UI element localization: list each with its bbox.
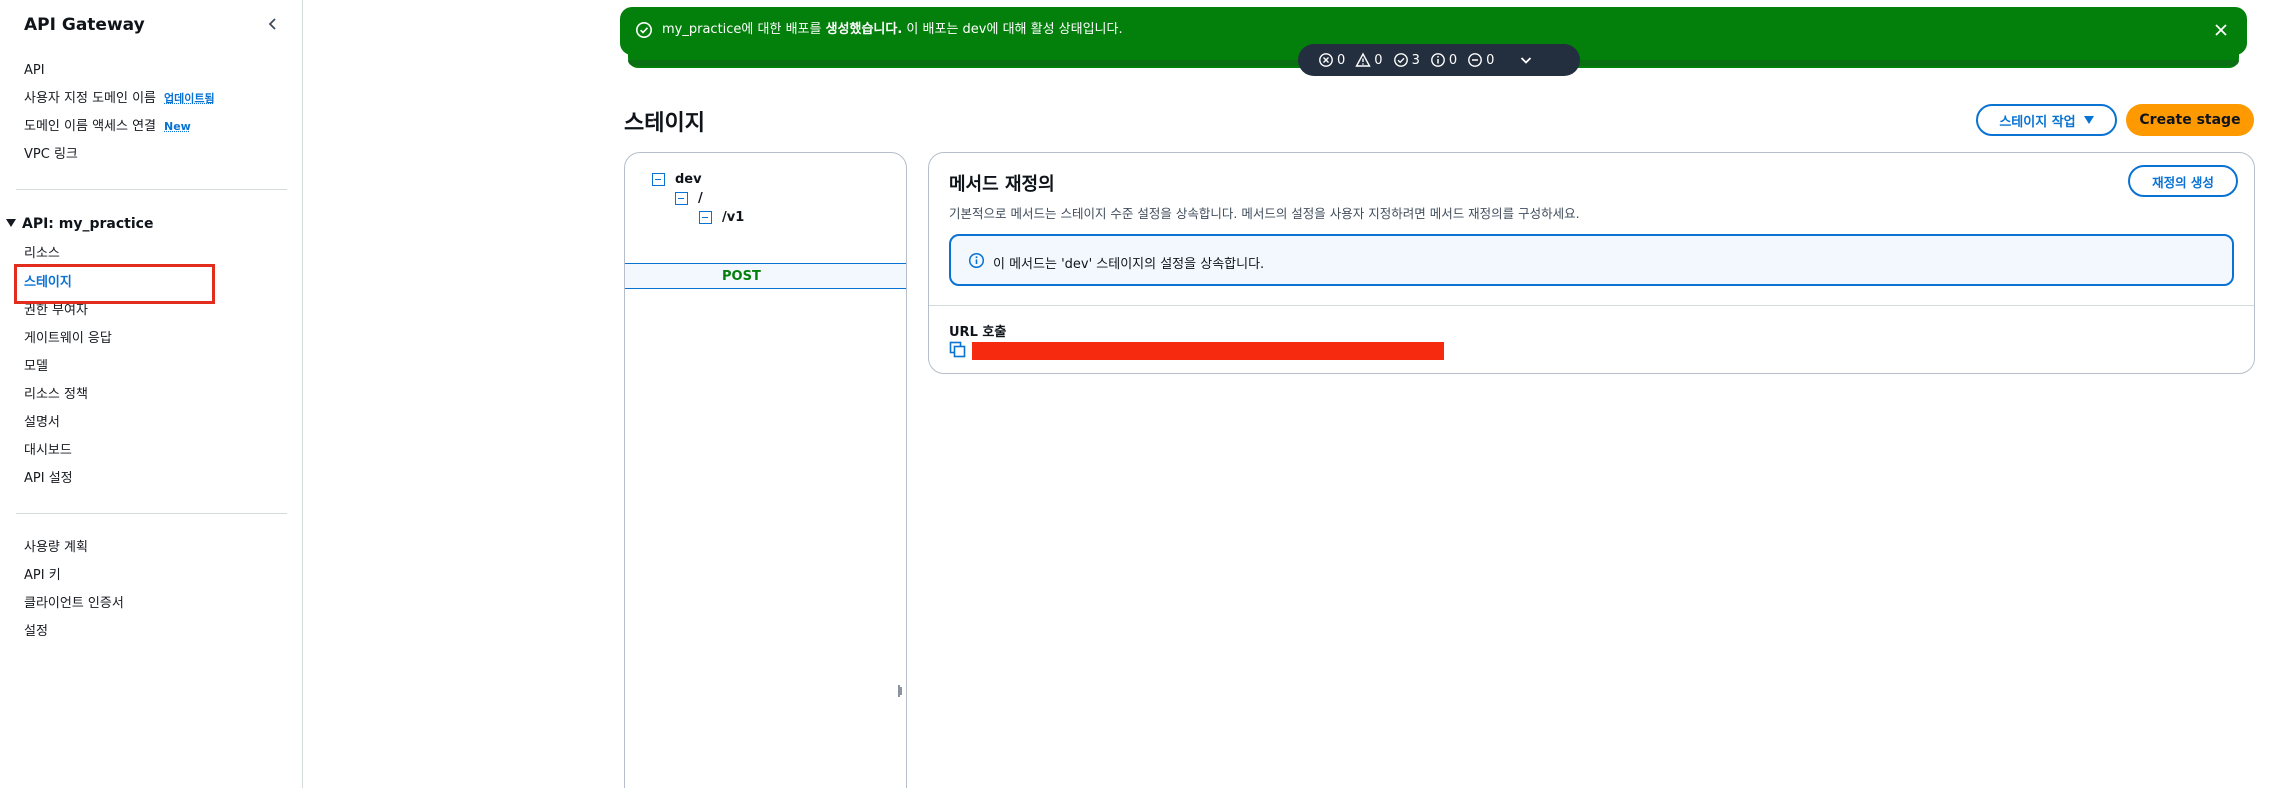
collapse-toggle-icon[interactable] [699,211,712,224]
sidebar-item-domain-access[interactable]: 도메인 이름 액세스 연결 New [24,118,191,136]
collapse-sidebar-icon[interactable] [262,13,284,35]
error-count: 0 [1318,52,1345,68]
info-icon [1430,53,1445,67]
highlight-annotation [14,264,215,304]
stage-tree-panel: dev / /v1 POST [624,152,907,788]
sidebar-item-api-keys[interactable]: API 키 [24,567,61,585]
info-alert: 이 메서드는 'dev' 스테이지의 설정을 상속합니다. [949,234,2234,286]
warning-icon [1355,52,1371,67]
panel-resize-handle[interactable] [897,684,903,698]
updated-badge: 업데이트됨 [164,92,215,105]
in-progress-icon [1468,53,1483,67]
tree-node-resource[interactable]: /v1 [699,210,744,225]
method-label: POST [722,269,761,284]
stage-actions-button[interactable]: 스테이지 작업 [1976,104,2117,136]
sidebar-item-resource-policy[interactable]: 리소스 정책 [24,386,88,404]
collapse-toggle-icon[interactable] [675,192,688,205]
tree-node-root[interactable]: / [675,191,703,206]
sidebar-api-section[interactable]: API: my_practice [6,216,153,232]
sidebar-item-documentation[interactable]: 설명서 [24,414,60,432]
success-icon [1393,53,1408,67]
page-title: 스테이지 [624,111,705,136]
section-divider [929,305,2254,306]
invoke-url-label: URL 호출 [949,325,1007,340]
sidebar-item-usage-plans[interactable]: 사용량 계획 [24,539,88,557]
sidebar-title[interactable]: API Gateway [24,15,145,35]
notification-counter-bar[interactable]: 0 0 3 0 0 [1298,44,1580,76]
create-stage-button[interactable]: Create stage [2126,104,2254,136]
sidebar-item-gateway-responses[interactable]: 게이트웨이 응답 [24,330,112,348]
expand-caret-icon [6,219,16,227]
sidebar-item-vpc-link[interactable]: VPC 링크 [24,146,78,164]
info-alert-text: 이 메서드는 'dev' 스테이지의 설정을 상속합니다. [993,257,1265,272]
info-count: 0 [1430,52,1457,68]
sidebar-item-resources[interactable]: 리소스 [24,245,60,263]
method-override-panel: 메서드 재정의 재정의 생성 기본적으로 메서드는 스테이지 수준 설정을 상속… [928,152,2255,374]
new-badge: New [164,120,191,133]
sidebar-item-custom-domain[interactable]: 사용자 지정 도메인 이름 업데이트됨 [24,90,215,108]
sidebar-item-authorizers[interactable]: 권한 부여자 [24,302,88,320]
close-icon[interactable] [2211,20,2231,40]
success-icon [636,22,652,38]
sidebar-item-dashboard[interactable]: 대시보드 [24,442,72,460]
sidebar-divider [16,189,287,190]
chevron-down-icon[interactable] [1518,52,1534,68]
caret-down-icon [2083,116,2094,124]
error-icon [1319,53,1333,67]
tree-node-stage[interactable]: dev [652,172,702,187]
flash-message: my_practice에 대한 배포를 생성했습니다. 이 배포는 dev에 대… [662,22,1123,37]
collapse-toggle-icon[interactable] [652,173,665,186]
sidebar-item-api-settings[interactable]: API 설정 [24,470,73,488]
sidebar-divider [16,513,287,514]
tree-node-method-selected[interactable]: POST [625,263,906,289]
side-navigation: API Gateway API 사용자 지정 도메인 이름 업데이트됨 도메인 이… [0,0,303,788]
sidebar-item-settings[interactable]: 설정 [24,623,48,641]
panel-description: 기본적으로 메서드는 스테이지 수준 설정을 상속합니다. 메서드의 설정을 사… [949,206,1580,221]
in-progress-count: 0 [1467,52,1494,68]
panel-title: 메서드 재정의 [949,174,1055,195]
info-icon [968,252,985,269]
sidebar-item-client-certificates[interactable]: 클라이언트 인증서 [24,595,124,613]
invoke-url-redacted [972,342,1444,360]
sidebar-item-models[interactable]: 모델 [24,358,48,376]
copy-icon[interactable] [949,341,967,359]
warning-count: 0 [1355,52,1383,68]
sidebar-item-api[interactable]: API [24,62,45,80]
success-count: 3 [1393,52,1420,68]
create-override-button[interactable]: 재정의 생성 [2128,165,2238,197]
